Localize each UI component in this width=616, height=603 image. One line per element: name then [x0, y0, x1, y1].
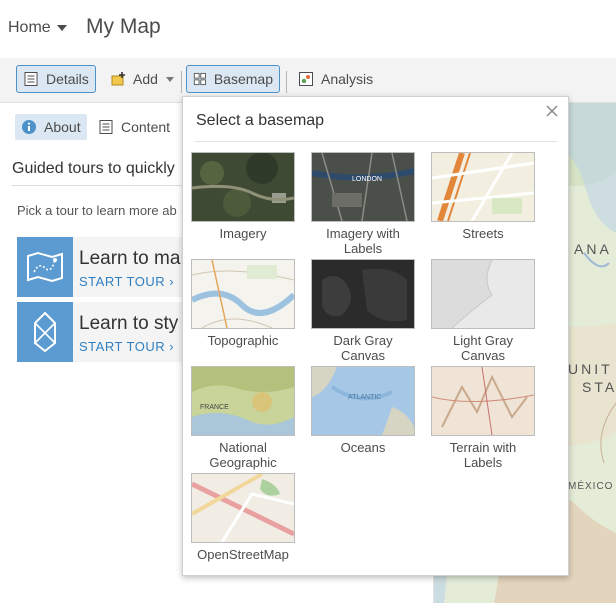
basemap-openstreetmap[interactable]: OpenStreetMap	[191, 473, 295, 562]
toolbar-divider	[286, 71, 287, 93]
start-tour-link[interactable]: START TOUR ›	[79, 274, 174, 289]
basemap-label: Imagery with Labels	[326, 226, 400, 256]
basemap-button[interactable]: Basemap	[186, 65, 280, 93]
chevron-down-icon	[56, 25, 67, 31]
basemap-thumbnail	[191, 473, 295, 543]
basemap-label: Oceans	[340, 440, 386, 455]
map-label-canada: ANA	[574, 241, 612, 257]
svg-text:FRANCE: FRANCE	[200, 404, 229, 411]
basemap-thumbnail: LONDON	[311, 152, 415, 222]
basemap-label: Imagery	[219, 226, 267, 241]
map-label-mexico: MÉXICO	[568, 481, 614, 492]
basemap-dark-gray-canvas[interactable]: Dark Gray Canvas	[311, 259, 415, 363]
basemap-terrain-with-labels[interactable]: Terrain with Labels	[431, 366, 535, 470]
divider	[195, 141, 557, 142]
tour-title: Learn to ma	[79, 248, 181, 269]
basemap-thumbnail: ATLANTIC	[311, 366, 415, 436]
basemap-label: OpenStreetMap	[197, 547, 289, 562]
toolbar-divider	[181, 71, 182, 93]
basemap-label: Dark Gray Canvas	[333, 333, 393, 363]
add-layer-icon	[111, 72, 125, 86]
basemap-label: Light Gray Canvas	[453, 333, 513, 363]
basemap-label: Terrain with Labels	[449, 440, 517, 470]
map-title: My Map	[86, 15, 161, 38]
analysis-icon	[299, 72, 313, 86]
tour-style-icon	[17, 302, 73, 362]
basemap-thumbnail	[431, 152, 535, 222]
home-menu[interactable]: Home	[8, 19, 67, 37]
svg-text:ATLANTIC: ATLANTIC	[348, 394, 381, 401]
tour-map-icon	[17, 237, 73, 297]
close-button[interactable]	[542, 101, 562, 121]
home-label: Home	[8, 19, 51, 36]
info-icon	[22, 120, 36, 134]
chevron-down-icon	[165, 76, 174, 82]
app-header: Home My Map	[0, 0, 616, 58]
basemap-thumbnail	[431, 259, 535, 329]
basemap-grid-icon	[193, 72, 206, 86]
add-label: Add	[133, 71, 158, 87]
basemap-streets[interactable]: Streets	[431, 152, 535, 241]
basemap-imagery-with-labels[interactable]: LONDON Imagery with Labels	[311, 152, 415, 256]
svg-text:LONDON: LONDON	[352, 176, 382, 183]
map-label-united: UNIT	[568, 361, 613, 377]
guided-tours-heading: Guided tours to quickly	[12, 160, 175, 177]
basemap-topographic[interactable]: Topographic	[191, 259, 295, 348]
details-label: Details	[46, 71, 89, 87]
popup-title: Select a basemap	[196, 112, 325, 129]
content-list-icon	[99, 120, 113, 134]
basemap-thumbnail	[191, 259, 295, 329]
basemap-oceans[interactable]: ATLANTIC Oceans	[311, 366, 415, 455]
basemap-thumbnail	[191, 152, 295, 222]
tab-content-label: Content	[121, 119, 171, 135]
basemap-national-geographic[interactable]: FRANCE National Geographic	[191, 366, 295, 470]
basemap-thumbnail	[431, 366, 535, 436]
analysis-label: Analysis	[321, 71, 374, 87]
start-tour-link[interactable]: START TOUR ›	[79, 339, 174, 354]
pick-tour-text: Pick a tour to learn more ab	[17, 203, 177, 218]
basemap-light-gray-canvas[interactable]: Light Gray Canvas	[431, 259, 535, 363]
analysis-button[interactable]: Analysis	[292, 65, 379, 93]
basemap-gallery-popup: Select a basemap Imagery LONDON Imagery …	[182, 96, 569, 576]
add-button[interactable]: Add	[104, 65, 180, 93]
tab-content[interactable]: Content	[92, 114, 176, 140]
map-label-states: STA	[582, 379, 616, 395]
basemap-imagery[interactable]: Imagery	[191, 152, 295, 241]
tab-about-label: About	[44, 119, 81, 135]
tour-title: Learn to sty	[79, 313, 179, 334]
details-button[interactable]: Details	[16, 65, 96, 93]
basemap-label: Streets	[462, 226, 504, 241]
basemap-label: National Geographic	[209, 440, 277, 470]
close-icon	[546, 105, 558, 117]
basemap-label: Topographic	[207, 333, 279, 348]
basemap-label: Basemap	[213, 71, 273, 87]
tab-about[interactable]: About	[15, 114, 87, 140]
details-icon	[24, 72, 38, 86]
basemap-thumbnail: FRANCE	[191, 366, 295, 436]
basemap-thumbnail	[311, 259, 415, 329]
